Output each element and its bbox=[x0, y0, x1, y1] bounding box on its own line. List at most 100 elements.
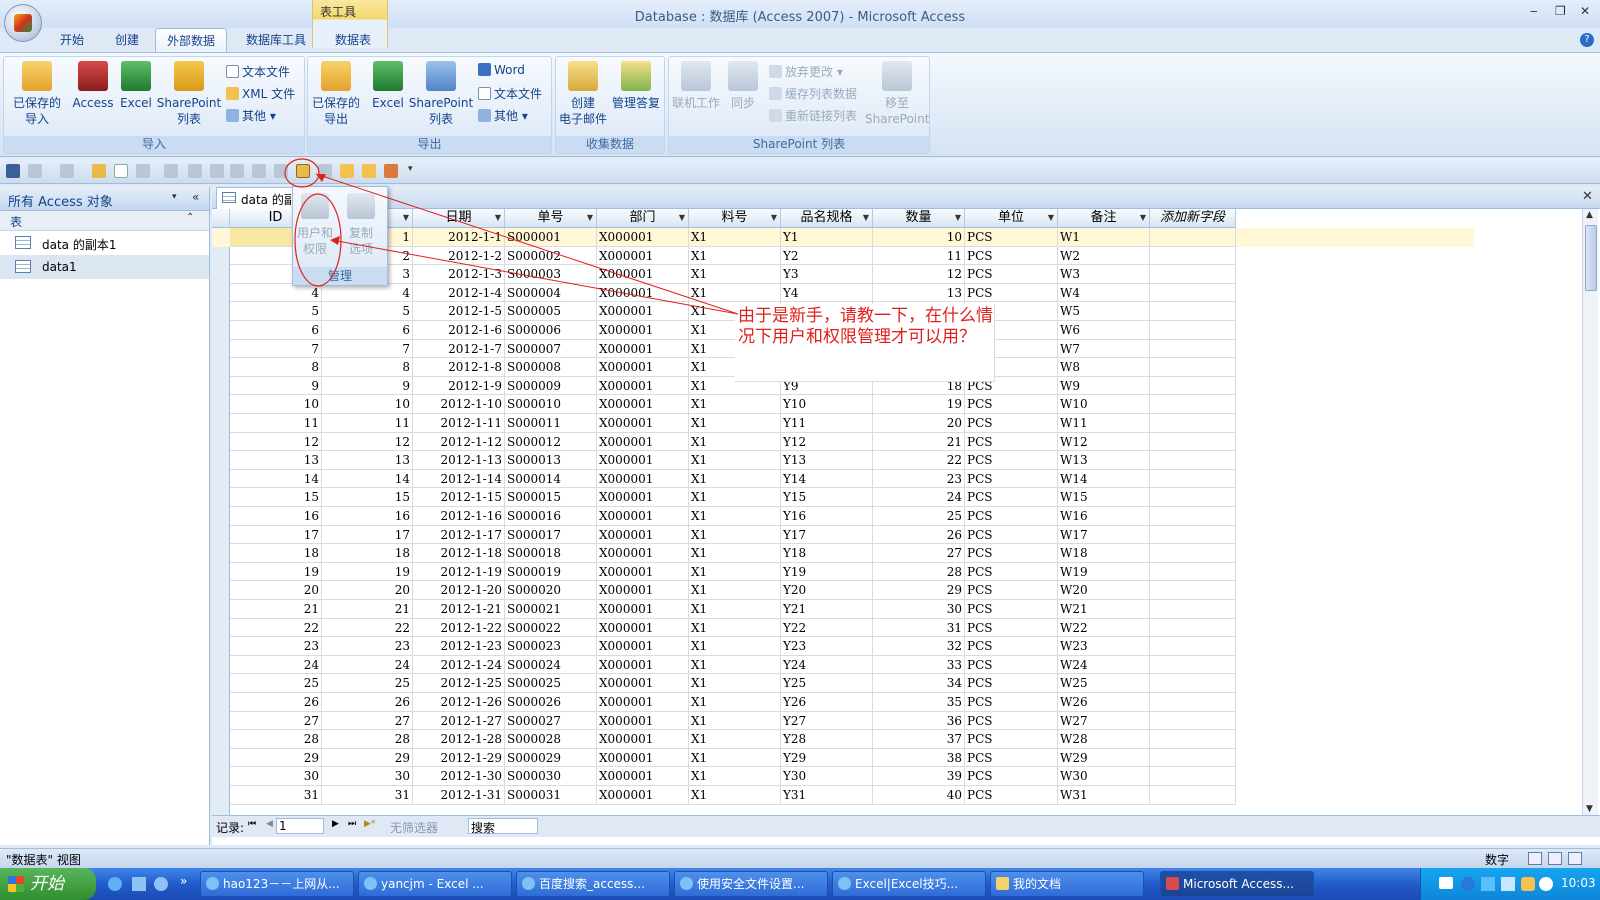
scroll-up-icon[interactable]: ▲ bbox=[1586, 210, 1593, 220]
table-cell[interactable]: W13 bbox=[1058, 451, 1150, 470]
toolbar-icon-3[interactable] bbox=[188, 164, 202, 178]
pivot-view-icon[interactable] bbox=[1548, 852, 1562, 865]
table-cell[interactable]: 21 bbox=[322, 600, 413, 619]
table-cell-empty[interactable] bbox=[1150, 302, 1236, 321]
table-cell[interactable]: 37 bbox=[873, 730, 965, 749]
table-cell-empty[interactable] bbox=[1150, 674, 1236, 693]
table-cell-empty[interactable] bbox=[1150, 507, 1236, 526]
customize-toolbar-chevron-icon[interactable]: ▾ bbox=[408, 164, 422, 178]
table-cell[interactable]: Y30 bbox=[781, 767, 873, 786]
table-cell[interactable]: X1 bbox=[689, 432, 781, 452]
save-icon[interactable] bbox=[6, 164, 20, 178]
table-row[interactable]: 18 18 2012-1-18 S000018 X000001 X1 Y18 27 PCS W18 bbox=[212, 544, 1474, 563]
new-record-icon[interactable]: ▶* bbox=[364, 819, 375, 829]
table-cell[interactable]: W14 bbox=[1058, 469, 1150, 489]
table-cell[interactable]: 23 bbox=[322, 637, 413, 656]
discard-changes-button[interactable]: 放弃更改 ▾ bbox=[769, 63, 843, 80]
table-cell[interactable]: PCS bbox=[965, 655, 1058, 675]
table-cell[interactable]: 17 bbox=[230, 525, 322, 545]
table-cell[interactable]: X000001 bbox=[597, 265, 689, 284]
table-cell[interactable]: 27 bbox=[230, 711, 322, 731]
table-cell[interactable]: X000001 bbox=[597, 581, 689, 600]
table-cell[interactable]: S000015 bbox=[505, 488, 597, 507]
close-window-button[interactable]: ✕ bbox=[1580, 4, 1590, 18]
select-all-corner[interactable] bbox=[212, 209, 230, 228]
table-row[interactable]: 15 15 2012-1-15 S000015 X000001 X1 Y15 24 PCS W15 bbox=[212, 488, 1474, 507]
table-cell[interactable]: Y14 bbox=[781, 469, 873, 489]
table-cell[interactable]: W27 bbox=[1058, 711, 1150, 731]
table-cell[interactable]: W18 bbox=[1058, 544, 1150, 563]
table-cell[interactable]: S000009 bbox=[505, 376, 597, 396]
table-cell[interactable]: 9 bbox=[230, 376, 322, 396]
table-cell[interactable]: 33 bbox=[873, 655, 965, 675]
table-cell[interactable]: W16 bbox=[1058, 507, 1150, 526]
table-cell[interactable]: Y20 bbox=[781, 581, 873, 600]
table-cell[interactable]: PCS bbox=[965, 786, 1058, 805]
table-cell[interactable]: 31 bbox=[873, 618, 965, 638]
table-cell[interactable]: W4 bbox=[1058, 283, 1150, 303]
table-cell[interactable]: 2012-1-30 bbox=[413, 767, 505, 786]
table-cell[interactable]: S000029 bbox=[505, 748, 597, 768]
table-cell[interactable]: Y28 bbox=[781, 730, 873, 749]
table-cell[interactable]: 5 bbox=[230, 302, 322, 321]
saved-imports-button[interactable]: 已保存的 导入 bbox=[8, 61, 66, 127]
table-cell[interactable]: 22 bbox=[322, 618, 413, 638]
vertical-scrollbar[interactable]: ▲ ▼ bbox=[1582, 209, 1598, 815]
table-cell[interactable]: X1 bbox=[689, 618, 781, 638]
table-cell[interactable]: 30 bbox=[322, 767, 413, 786]
table-cell-empty[interactable] bbox=[1150, 395, 1236, 414]
relink-list-button[interactable]: 重新链接列表 bbox=[769, 107, 857, 124]
table-cell[interactable]: S000006 bbox=[505, 321, 597, 340]
table-cell-empty[interactable] bbox=[1150, 246, 1236, 266]
collapse-pane-icon[interactable]: « bbox=[192, 190, 199, 204]
export-other-button[interactable]: 其他 ▾ bbox=[478, 107, 528, 124]
toolbar-icon-6[interactable] bbox=[252, 164, 266, 178]
taskbar-item[interactable]: yancjm - Excel ... bbox=[358, 871, 512, 897]
table-cell[interactable]: 4 bbox=[230, 283, 322, 303]
table-cell[interactable]: W7 bbox=[1058, 339, 1150, 359]
design-view-icon[interactable] bbox=[1568, 852, 1582, 865]
table-cell[interactable]: X1 bbox=[689, 562, 781, 582]
table-cell-empty[interactable] bbox=[1150, 655, 1236, 675]
table-cell[interactable]: 8 bbox=[322, 358, 413, 377]
table-cell[interactable]: PCS bbox=[965, 395, 1058, 414]
table-cell[interactable]: Y31 bbox=[781, 786, 873, 805]
table-cell[interactable]: S000001 bbox=[505, 228, 597, 247]
column-dropdown-icon[interactable]: ▼ bbox=[1140, 209, 1146, 227]
table-cell[interactable]: X000001 bbox=[597, 786, 689, 805]
table-cell[interactable]: 28 bbox=[873, 562, 965, 582]
table-cell[interactable]: X000001 bbox=[597, 488, 689, 507]
table-cell[interactable]: W17 bbox=[1058, 525, 1150, 545]
last-record-icon[interactable]: ⏭ bbox=[348, 819, 356, 829]
table-cell[interactable]: 2012-1-13 bbox=[413, 451, 505, 470]
table-cell[interactable]: Y26 bbox=[781, 693, 873, 712]
scroll-down-icon[interactable]: ▼ bbox=[1586, 804, 1593, 814]
export-text-button[interactable]: 文本文件 bbox=[478, 85, 542, 102]
table-cell[interactable]: Y13 bbox=[781, 451, 873, 470]
table-cell[interactable]: Y29 bbox=[781, 748, 873, 768]
table-cell[interactable]: S000011 bbox=[505, 414, 597, 433]
table-cell[interactable]: 22 bbox=[873, 451, 965, 470]
table-cell[interactable]: W21 bbox=[1058, 600, 1150, 619]
table-cell-empty[interactable] bbox=[1150, 283, 1236, 303]
table-cell[interactable]: 12 bbox=[873, 265, 965, 284]
table-cell[interactable]: 2012-1-11 bbox=[413, 414, 505, 433]
table-cell[interactable]: 4 bbox=[322, 283, 413, 303]
table-cell[interactable]: X000001 bbox=[597, 246, 689, 266]
table-cell[interactable]: 40 bbox=[873, 786, 965, 805]
table-cell[interactable]: X000001 bbox=[597, 507, 689, 526]
nav-dropdown-icon[interactable]: ▾ bbox=[172, 192, 177, 202]
table-cell[interactable]: 13 bbox=[873, 283, 965, 303]
table-cell[interactable]: PCS bbox=[965, 544, 1058, 563]
table-cell[interactable]: X1 bbox=[689, 525, 781, 545]
table-cell-empty[interactable] bbox=[1150, 525, 1236, 545]
nav-header[interactable]: 所有 Access 对象 ▾ « bbox=[0, 187, 209, 211]
table-cell[interactable]: 30 bbox=[230, 767, 322, 786]
table-cell[interactable]: 29 bbox=[873, 581, 965, 600]
datasheet-view-icon[interactable] bbox=[1528, 852, 1542, 865]
table-cell[interactable]: X000001 bbox=[597, 469, 689, 489]
table-cell-empty[interactable] bbox=[1150, 767, 1236, 786]
table-cell[interactable]: PCS bbox=[965, 265, 1058, 284]
section-collapse-icon[interactable]: ⌃ bbox=[186, 212, 194, 223]
table-cell[interactable]: PCS bbox=[965, 451, 1058, 470]
